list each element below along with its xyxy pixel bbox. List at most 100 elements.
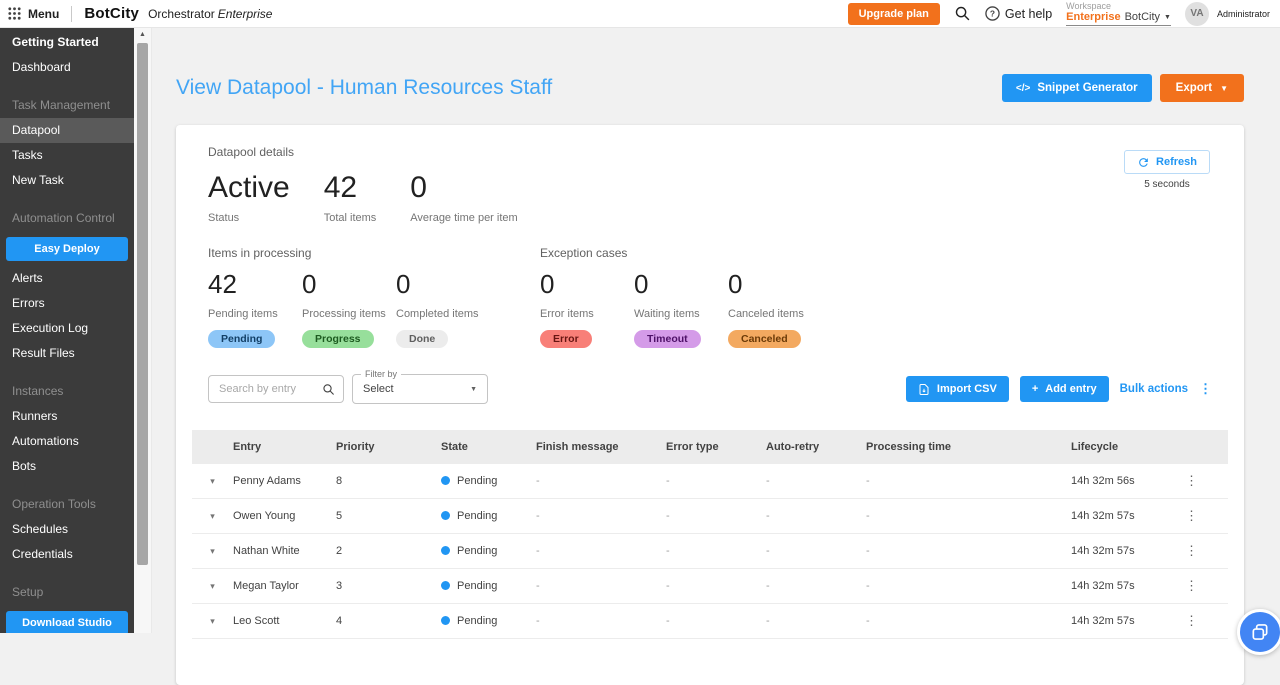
cell-finish-message: - [536,580,540,592]
cell-auto-retry: - [766,510,770,522]
bulk-actions-kebab-icon[interactable]: ⋮ [1199,381,1212,397]
chat-icon [1252,624,1268,640]
sidebar-item-credentials[interactable]: Credentials [0,542,134,567]
row-actions-kebab-icon[interactable]: ⋮ [1181,508,1202,523]
cell-state: Pending [441,615,536,627]
row-actions-kebab-icon[interactable]: ⋮ [1181,543,1202,558]
sidebar-item-runners[interactable]: Runners [0,404,134,429]
cell-error-type: - [666,475,670,487]
workspace-label: Workspace [1066,1,1112,11]
sidebar-item-alerts[interactable]: Alerts [0,266,134,291]
sidebar-item-new-task[interactable]: New Task [0,168,134,193]
expand-row-icon[interactable]: ▾ [210,476,215,486]
main-content: View Datapool - Human Resources Staff </… [152,28,1280,685]
app-grid-icon[interactable] [8,7,21,20]
cell-lifecycle: 14h 32m 56s [1071,475,1135,487]
chat-widget-button[interactable] [1237,609,1280,655]
cell-processing-time: - [866,580,870,592]
scrollbar-thumb[interactable] [137,43,148,565]
state-dot-icon [441,546,450,555]
stat-value: 0 [634,269,649,299]
export-button[interactable]: Export ▼ [1159,74,1244,102]
expand-row-icon[interactable]: ▾ [210,511,215,521]
sidebar-item-dashboard[interactable]: Dashboard [0,55,134,80]
stat-value: 0 [302,269,317,299]
stat-value: 0 [396,269,411,299]
state-label: Pending [457,510,498,522]
sidebar-item-datapool[interactable]: Datapool [0,118,134,143]
workspace-edition: Enterprise [1066,11,1121,23]
sidebar-item-tasks[interactable]: Tasks [0,143,134,168]
expand-row-icon[interactable]: ▾ [210,581,215,591]
table-row: ▾ Megan Taylor 3 Pending - - - - 14h 32m… [192,569,1228,604]
scrollbar-track[interactable]: ▲ [134,28,152,633]
search-entry-input[interactable] [217,382,322,396]
workspace-name: BotCity [1124,11,1161,23]
cell-finish-message: - [536,545,540,557]
menu-button[interactable]: Menu [28,7,59,21]
product-edition: Enterprise [217,6,273,21]
exception-stats: 0 Error items Error 0 Waiting items Time… [540,269,822,348]
cell-lifecycle: 14h 32m 57s [1071,545,1135,557]
botcity-logo: BotCity [84,5,140,22]
search-icon[interactable] [954,5,971,22]
row-actions-kebab-icon[interactable]: ⋮ [1181,613,1202,628]
cell-error-type: - [666,615,670,627]
column-header-processing-time: Processing time [866,441,951,453]
cell-lifecycle: 14h 32m 57s [1071,510,1135,522]
stat-value: 42 [208,269,237,299]
expand-row-icon[interactable]: ▾ [210,616,215,626]
add-entry-button[interactable]: + Add entry [1019,376,1109,402]
cell-error-type: - [666,510,670,522]
cell-state: Pending [441,545,536,557]
sidebar-item-bots[interactable]: Bots [0,454,134,479]
workspace-selector[interactable]: Workspace Enterprise BotCity ▼ [1066,1,1171,26]
column-header-priority: Priority [336,441,375,453]
row-actions-kebab-icon[interactable]: ⋮ [1181,578,1202,593]
scroll-up-arrow-icon[interactable]: ▲ [134,31,151,38]
exception-stat: 0 Waiting items Timeout [634,269,728,348]
snippet-generator-button[interactable]: </> Snippet Generator [1001,74,1152,102]
expand-row-icon[interactable]: ▾ [210,546,215,556]
stat-label: Pending items [208,308,278,320]
cell-entry: Leo Scott [233,615,280,627]
cell-priority: 4 [336,615,343,627]
refresh-area: Refresh 5 seconds [1124,150,1210,190]
upgrade-plan-button[interactable]: Upgrade plan [847,2,940,25]
cell-entry: Nathan White [233,545,300,557]
sidebar-button-easy-deploy[interactable]: Easy Deploy [6,237,128,261]
cell-error-type: - [666,545,670,557]
state-dot-icon [441,476,450,485]
filter-by-select[interactable]: Filter by Select ▼ [352,369,488,404]
get-help-button[interactable]: ? Get help [985,6,1052,21]
stat-label: Status [208,212,240,224]
sidebar-item-schedules[interactable]: Schedules [0,517,134,542]
stat-label: Error items [540,308,594,320]
page-actions: </> Snippet Generator Export ▼ [1001,74,1244,102]
sidebar-item-execution-log[interactable]: Execution Log [0,316,134,341]
sidebar-section-bright-getting-started: Getting Started [12,35,99,49]
import-csv-button[interactable]: Import CSV [905,376,1009,402]
row-actions-kebab-icon[interactable]: ⋮ [1181,473,1202,488]
cell-error-type: - [666,580,670,592]
column-header-entry: Entry [233,441,262,453]
cell-finish-message: - [536,510,540,522]
datapool-details-label: Datapool details [208,145,295,159]
exception-stat: 0 Error items Error [540,269,634,348]
snippet-generator-label: Snippet Generator [1037,82,1138,94]
topbar-left: Menu BotCity Orchestrator Enterprise [8,5,272,22]
sidebar-item-automations[interactable]: Automations [0,429,134,454]
search-icon [323,383,334,395]
refresh-button[interactable]: Refresh [1124,150,1210,174]
cell-entry: Penny Adams [233,475,301,487]
stat-label: Completed items [396,308,479,320]
sidebar-item-errors[interactable]: Errors [0,291,134,316]
sidebar-item-result-files[interactable]: Result Files [0,341,134,366]
get-help-label: Get help [1004,6,1053,21]
sidebar-button-download-studio[interactable]: Download Studio [6,611,128,633]
avatar[interactable]: VA [1184,1,1209,26]
cell-lifecycle: 14h 32m 57s [1071,580,1135,592]
bulk-actions-button[interactable]: Bulk actions [1120,383,1188,395]
stat-label: Processing items [302,308,386,320]
state-dot-icon [441,511,450,520]
